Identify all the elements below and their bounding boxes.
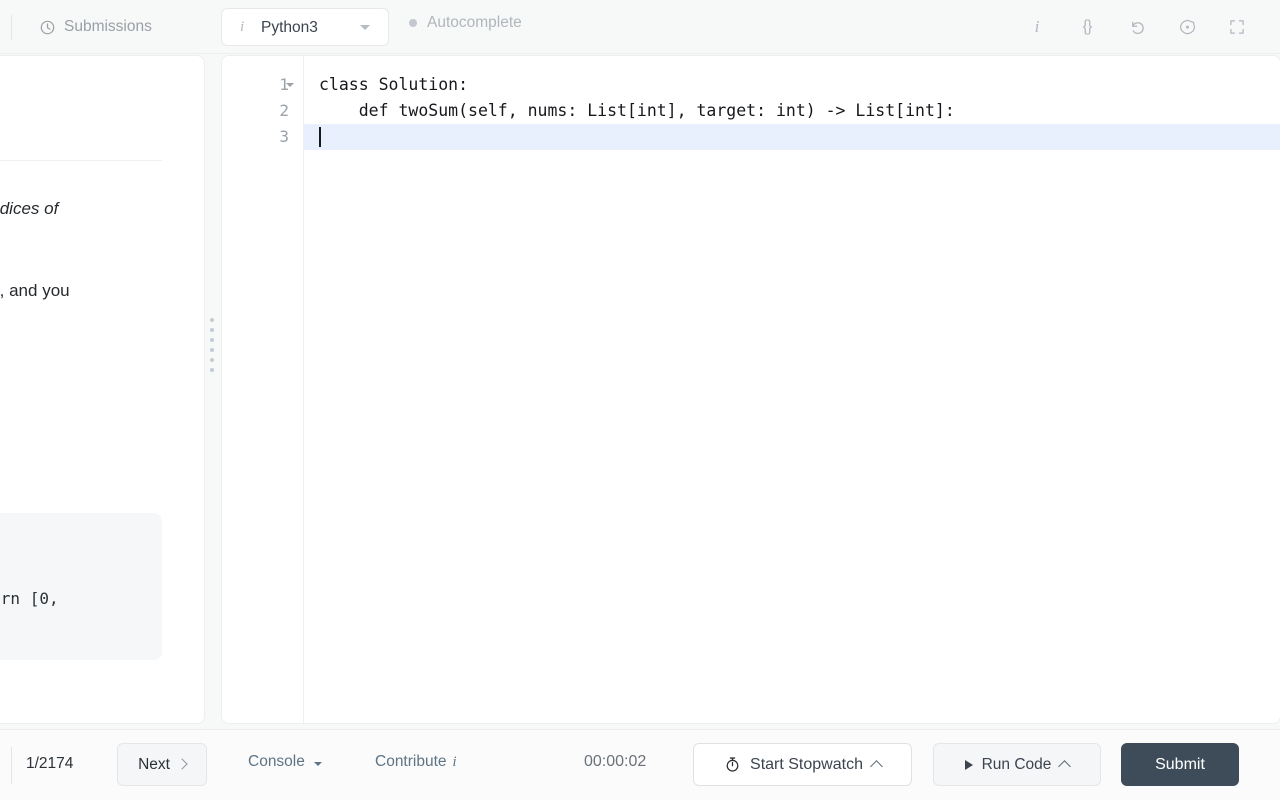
console-label: Console	[248, 753, 305, 770]
fold-caret-icon[interactable]	[286, 83, 294, 87]
contribute-link[interactable]: Contribute i	[375, 753, 457, 771]
play-icon	[964, 759, 973, 770]
splitter-dot	[210, 328, 214, 332]
splitter-dot	[210, 348, 214, 352]
clock-icon	[40, 20, 55, 35]
start-stopwatch-button[interactable]: Start Stopwatch	[693, 743, 912, 786]
line-number-2: 2	[279, 101, 289, 120]
chevron-down-icon	[313, 761, 322, 766]
submit-button[interactable]: Submit	[1121, 743, 1239, 786]
console-toggle[interactable]: Console	[248, 753, 322, 771]
autocomplete-status-dot-icon	[409, 19, 417, 27]
autocomplete-label: Autocomplete	[427, 14, 522, 31]
active-line-highlight	[304, 124, 1280, 150]
description-paragraph-2: olution, and you	[0, 281, 70, 301]
toolbar-icon-group: i {}	[1012, 12, 1262, 42]
example-code-text: e return [0,	[0, 589, 59, 608]
example-code-block	[0, 513, 162, 660]
panel-splitter-handle-icon[interactable]	[210, 318, 214, 372]
line-number-gutter: 1 2 3	[222, 56, 304, 723]
language-select-label: Python3	[261, 19, 318, 36]
info-icon-glyph: i	[1034, 17, 1040, 36]
code-content[interactable]: class Solution: def twoSum(self, nums: L…	[319, 72, 955, 124]
problem-description-panel[interactable]: eturn indices of olution, and you e retu…	[0, 55, 205, 724]
reset-undo-icon[interactable]	[1112, 12, 1162, 42]
settings-gear-icon[interactable]	[1162, 12, 1212, 42]
tab-submissions-label: Submissions	[64, 18, 152, 35]
code-braces-icon[interactable]: {}	[1062, 12, 1112, 42]
toolbar-divider	[11, 15, 12, 40]
splitter-dot	[210, 368, 214, 372]
language-info-icon: i	[240, 19, 245, 35]
text-caret	[319, 127, 321, 147]
splitter-dot	[210, 338, 214, 342]
description-paragraph-1: eturn indices of	[0, 199, 58, 219]
next-problem-button[interactable]: Next	[117, 743, 207, 786]
next-problem-label: Next	[138, 755, 170, 773]
start-stopwatch-label: Start Stopwatch	[750, 755, 863, 773]
description-scrollbar[interactable]	[194, 56, 399, 723]
contribute-label: Contribute	[375, 753, 447, 770]
code-editor-panel[interactable]: 1 2 3 class Solution: def twoSum(self, n…	[221, 55, 1280, 724]
description-divider	[0, 160, 162, 161]
run-code-label: Run Code	[981, 755, 1052, 773]
submit-label: Submit	[1155, 755, 1205, 773]
description-text-2b: , and you	[0, 281, 70, 300]
line-number-3: 3	[279, 127, 289, 146]
splitter-dot	[210, 358, 214, 362]
chevron-up-icon	[1058, 760, 1072, 773]
code-braces-icon-glyph: {}	[1082, 18, 1093, 35]
description-text-1b: indices of	[0, 199, 59, 218]
tab-submissions[interactable]: Submissions	[40, 14, 152, 40]
contribute-info-icon: i	[452, 754, 457, 770]
editor-toolbar: Submissions i Python3 Autocomplete i {}	[0, 0, 1280, 54]
leetcode-editor-page: Submissions i Python3 Autocomplete i {}	[0, 0, 1280, 800]
chevron-down-icon	[360, 25, 370, 30]
autocomplete-toggle[interactable]: Autocomplete	[409, 14, 522, 32]
problem-counter: 1/2174	[26, 755, 74, 772]
stopwatch-icon	[724, 756, 741, 773]
panel-splitter[interactable]	[206, 55, 221, 724]
fullscreen-icon[interactable]	[1212, 12, 1262, 42]
elapsed-timer: 00:00:02	[584, 753, 647, 770]
info-icon[interactable]: i	[1012, 12, 1062, 42]
bottom-divider	[11, 747, 12, 784]
chevron-up-icon	[870, 760, 883, 773]
splitter-dot	[210, 318, 214, 322]
language-select[interactable]: i Python3	[221, 8, 389, 46]
chevron-right-icon	[176, 758, 188, 770]
run-code-button[interactable]: Run Code	[933, 743, 1101, 786]
